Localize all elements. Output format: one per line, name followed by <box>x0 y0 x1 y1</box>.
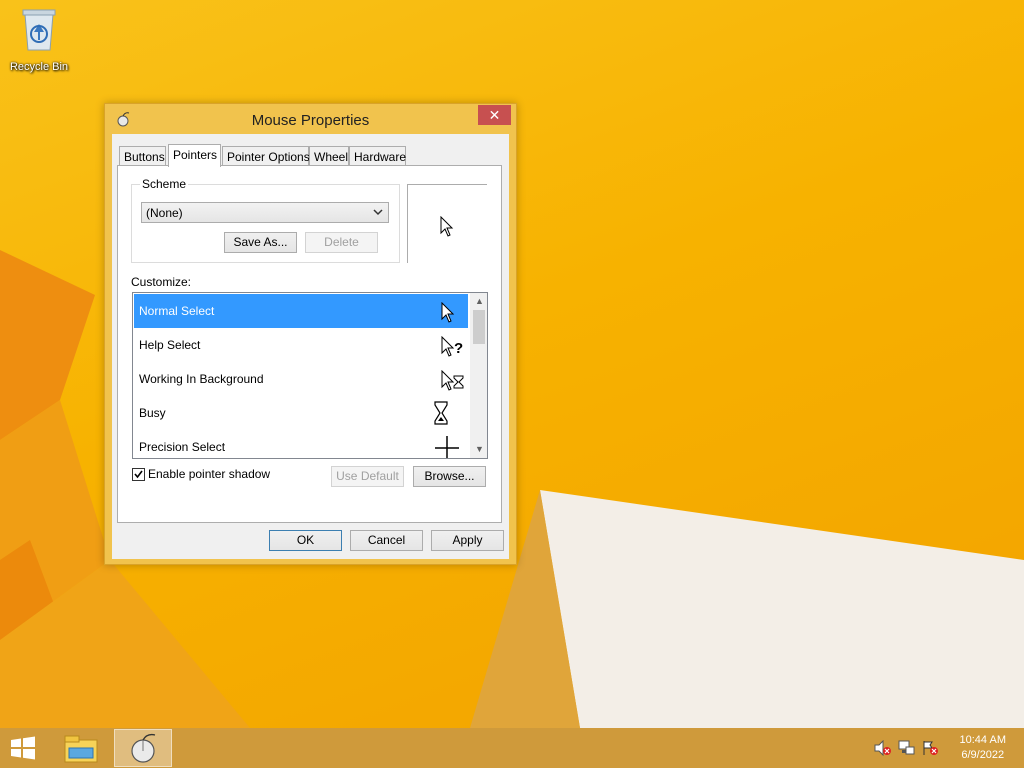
list-item[interactable]: Help Select ? <box>134 328 468 362</box>
action-center-icon[interactable] <box>921 740 939 756</box>
desktop-icon-label: Recycle Bin <box>9 61 69 73</box>
tab-buttons[interactable]: Buttons <box>119 146 166 166</box>
use-default-button[interactable]: Use Default <box>331 466 404 487</box>
delete-button[interactable]: Delete <box>305 232 378 253</box>
list-item[interactable]: Normal Select <box>134 294 468 328</box>
scroll-down-icon[interactable]: ▼ <box>471 441 487 458</box>
scheme-group-label: Scheme <box>140 177 189 191</box>
tab-wheel[interactable]: Wheel <box>309 146 349 166</box>
scheme-selected-value: (None) <box>146 206 183 220</box>
desktop-icon-recycle-bin[interactable]: Recycle Bin <box>4 6 74 76</box>
mouse-properties-icon <box>131 733 156 763</box>
pointer-preview <box>407 184 487 263</box>
taskbar-clock[interactable]: 10:44 AM 6/9/2022 <box>960 733 1006 763</box>
svg-text:?: ? <box>454 340 463 357</box>
mouse-properties-window: Mouse Properties ✕ Buttons Pointers Poin… <box>104 103 517 565</box>
arrow-cursor-icon <box>441 302 455 323</box>
browse-button[interactable]: Browse... <box>413 466 486 487</box>
customize-label: Customize: <box>131 275 192 289</box>
close-button[interactable]: ✕ <box>478 105 511 125</box>
list-item-label: Busy <box>139 406 166 420</box>
speaker-muted-icon[interactable] <box>873 740 891 756</box>
scheme-dropdown[interactable]: (None) <box>141 202 389 223</box>
list-item[interactable]: Precision Select <box>134 430 468 458</box>
pointer-shadow-checkbox[interactable] <box>132 468 145 481</box>
chevron-down-icon <box>373 209 383 216</box>
recycle-bin-icon <box>22 9 56 51</box>
scroll-up-icon[interactable]: ▲ <box>471 293 487 310</box>
list-item-label: Precision Select <box>139 440 226 454</box>
list-scrollbar[interactable]: ▲ ▼ <box>470 293 487 458</box>
tab-pointers[interactable]: Pointers <box>168 144 221 167</box>
clock-time: 10:44 AM <box>959 734 1006 746</box>
taskbar-file-explorer[interactable] <box>52 729 110 767</box>
tab-hardware[interactable]: Hardware <box>349 146 406 166</box>
save-as-button[interactable]: Save As... <box>224 232 297 253</box>
help-cursor-icon: ? <box>441 336 463 357</box>
apply-button[interactable]: Apply <box>431 530 504 551</box>
checkmark-icon <box>134 470 143 479</box>
working-cursor-icon <box>441 370 464 391</box>
list-item[interactable]: Busy <box>134 396 468 430</box>
dialog-client: Buttons Pointers Pointer Options Wheel H… <box>112 134 509 559</box>
network-icon[interactable] <box>897 740 915 756</box>
list-item-label: Normal Select <box>139 304 215 318</box>
list-item-label: Help Select <box>139 338 201 352</box>
taskbar: 10:44 AM 6/9/2022 <box>0 728 1024 768</box>
scheme-group: Scheme (None) Save As... Delete <box>131 177 400 263</box>
arrow-cursor-icon <box>440 216 454 237</box>
list-item[interactable]: Working In Background <box>134 362 468 396</box>
scroll-thumb[interactable] <box>473 310 485 344</box>
pointers-tab-panel: Scheme (None) Save As... Delete Customiz… <box>117 165 502 523</box>
ok-button[interactable]: OK <box>269 530 342 551</box>
clock-date: 6/9/2022 <box>961 749 1005 761</box>
pointer-shadow-label[interactable]: Enable pointer shadow <box>148 467 270 481</box>
file-explorer-icon <box>64 735 98 763</box>
window-title: Mouse Properties <box>251 112 370 129</box>
taskbar-mouse-properties[interactable] <box>114 729 172 767</box>
pointer-list[interactable]: Normal Select Help Select ? Working In B… <box>132 292 488 459</box>
cancel-button[interactable]: Cancel <box>350 530 423 551</box>
titlebar[interactable]: Mouse Properties ✕ <box>105 104 516 134</box>
hourglass-cursor-icon <box>434 401 448 425</box>
tab-pointer-options[interactable]: Pointer Options <box>222 146 310 166</box>
list-item-label: Working In Background <box>139 372 264 386</box>
start-icon[interactable] <box>8 736 38 760</box>
crosshair-cursor-icon <box>435 436 459 458</box>
